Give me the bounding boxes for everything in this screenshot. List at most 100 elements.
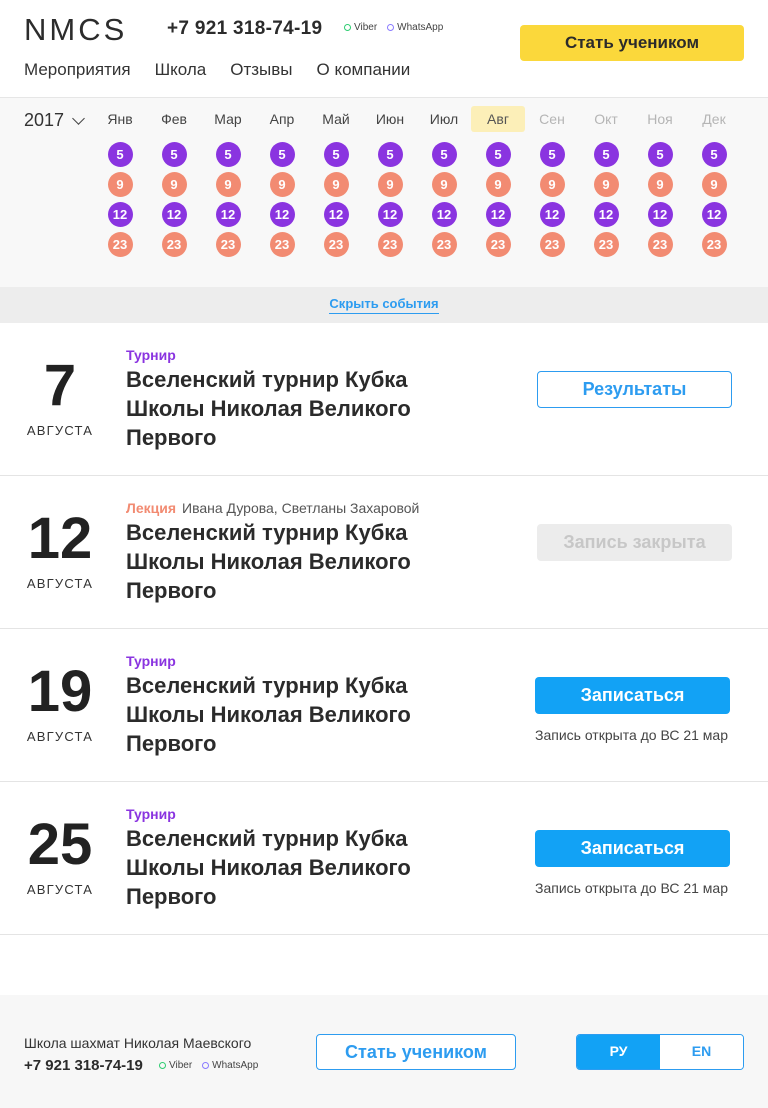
month-label[interactable]: Июл (417, 106, 471, 132)
calendar-day[interactable]: 23 (377, 232, 403, 257)
language-ru[interactable]: РУ (577, 1035, 660, 1069)
calendar-day[interactable]: 9 (485, 172, 511, 197)
year-value: 2017 (24, 110, 65, 130)
viber-icon (344, 24, 351, 31)
calendar-day[interactable]: 12 (701, 202, 727, 227)
month-label[interactable]: Сен (525, 106, 579, 132)
calendar-day[interactable]: 9 (377, 172, 403, 197)
calendar-day[interactable]: 5 (323, 142, 349, 167)
calendar-day[interactable]: 12 (377, 202, 403, 227)
calendar-day[interactable]: 5 (485, 142, 511, 167)
become-student-button[interactable]: Стать учеником (520, 25, 744, 61)
calendar-month: Июн 5 9 12 23 (363, 106, 417, 257)
whatsapp-link[interactable]: WhatsApp (202, 1060, 258, 1071)
results-button[interactable]: Результаты (537, 371, 732, 408)
footer-become-student-button[interactable]: Стать учеником (316, 1034, 516, 1070)
header-phone[interactable]: +7 921 318-74-19 (167, 18, 322, 40)
viber-link[interactable]: Viber (159, 1060, 192, 1071)
calendar-day[interactable]: 23 (269, 232, 295, 257)
footer-phone[interactable]: +7 921 318-74-19 (24, 1057, 143, 1074)
viber-label: Viber (354, 22, 378, 33)
event-type: Турнир (126, 653, 176, 669)
month-label[interactable]: Мар (201, 106, 255, 132)
calendar-day[interactable]: 12 (107, 202, 133, 227)
calendar-day[interactable]: 23 (701, 232, 727, 257)
nav-item-events[interactable]: Мероприятия (24, 60, 131, 80)
calendar-day[interactable]: 12 (161, 202, 187, 227)
calendar-day[interactable]: 5 (269, 142, 295, 167)
logo[interactable]: NMCS (24, 12, 127, 48)
calendar-day[interactable]: 23 (539, 232, 565, 257)
calendar-day[interactable]: 9 (431, 172, 457, 197)
calendar-day[interactable]: 12 (215, 202, 241, 227)
nav-item-school[interactable]: Школа (155, 60, 207, 80)
calendar-day[interactable]: 23 (215, 232, 241, 257)
calendar-day[interactable]: 5 (593, 142, 619, 167)
month-label[interactable]: Авг (471, 106, 525, 132)
event-title[interactable]: Вселенский турнир Кубка Школы Николая Ве… (126, 365, 456, 452)
event-month: АВГУСТА (26, 423, 94, 438)
event-title[interactable]: Вселенский турнир Кубка Школы Николая Ве… (126, 824, 456, 911)
calendar-day[interactable]: 9 (593, 172, 619, 197)
event-month: АВГУСТА (26, 882, 94, 897)
calendar-day[interactable]: 9 (107, 172, 133, 197)
register-button[interactable]: Записаться (535, 677, 730, 714)
registration-note: Запись открыта до ВС 21 мар (535, 880, 728, 896)
nav-item-reviews[interactable]: Отзывы (230, 60, 292, 80)
nav-item-about[interactable]: О компании (317, 60, 411, 80)
calendar-day[interactable]: 5 (431, 142, 457, 167)
calendar-day[interactable]: 12 (323, 202, 349, 227)
calendar-day[interactable]: 12 (269, 202, 295, 227)
calendar-day[interactable]: 5 (377, 142, 403, 167)
month-label[interactable]: Янв (93, 106, 147, 132)
calendar-day[interactable]: 9 (701, 172, 727, 197)
footer-messengers: Viber WhatsApp (159, 1060, 258, 1071)
calendar-day[interactable]: 12 (485, 202, 511, 227)
calendar-day[interactable]: 12 (647, 202, 673, 227)
month-label[interactable]: Окт (579, 106, 633, 132)
year-select[interactable]: 2017 (24, 110, 85, 131)
calendar-month: Янв 5 9 12 23 (93, 106, 147, 257)
whatsapp-link[interactable]: WhatsApp (387, 22, 443, 33)
month-label[interactable]: Июн (363, 106, 417, 132)
calendar-day[interactable]: 9 (269, 172, 295, 197)
calendar-day[interactable]: 9 (215, 172, 241, 197)
calendar-day[interactable]: 23 (107, 232, 133, 257)
calendar-day[interactable]: 9 (647, 172, 673, 197)
calendar-day[interactable]: 23 (593, 232, 619, 257)
calendar-day[interactable]: 5 (539, 142, 565, 167)
calendar-day[interactable]: 23 (647, 232, 673, 257)
language-en[interactable]: EN (660, 1035, 743, 1069)
whatsapp-icon (387, 24, 395, 31)
calendar-day[interactable]: 5 (647, 142, 673, 167)
calendar-day[interactable]: 5 (161, 142, 187, 167)
event-title[interactable]: Вселенский турнир Кубка Школы Николая Ве… (126, 671, 456, 758)
calendar-day[interactable]: 23 (485, 232, 511, 257)
event-type: Лекция Ивана Дурова, Светланы Захаровой (126, 500, 420, 516)
calendar-day[interactable]: 12 (593, 202, 619, 227)
calendar-day[interactable]: 5 (701, 142, 727, 167)
calendar-day[interactable]: 12 (431, 202, 457, 227)
month-label[interactable]: Май (309, 106, 363, 132)
calendar-day[interactable]: 23 (161, 232, 187, 257)
register-button[interactable]: Записаться (535, 830, 730, 867)
calendar-month: Апр 5 9 12 23 (255, 106, 309, 257)
month-label[interactable]: Дек (687, 106, 741, 132)
calendar-day[interactable]: 23 (323, 232, 349, 257)
calendar-day[interactable]: 23 (431, 232, 457, 257)
hide-events-link[interactable]: Скрыть события (329, 296, 439, 314)
calendar-day[interactable]: 9 (539, 172, 565, 197)
event-title[interactable]: Вселенский турнир Кубка Школы Николая Ве… (126, 518, 456, 605)
calendar-day[interactable]: 9 (161, 172, 187, 197)
event-row: 12 АВГУСТА Лекция Ивана Дурова, Светланы … (0, 476, 768, 629)
calendar-day[interactable]: 5 (107, 142, 133, 167)
viber-link[interactable]: Viber (344, 22, 377, 33)
calendar-day[interactable]: 9 (323, 172, 349, 197)
calendar-day[interactable]: 12 (539, 202, 565, 227)
month-label[interactable]: Апр (255, 106, 309, 132)
calendar-day[interactable]: 5 (215, 142, 241, 167)
footer-school-name: Школа шахмат Николая Маевского (24, 1035, 252, 1051)
calendar-month: Дек 5 9 12 23 (687, 106, 741, 257)
month-label[interactable]: Ноя (633, 106, 687, 132)
month-label[interactable]: Фев (147, 106, 201, 132)
